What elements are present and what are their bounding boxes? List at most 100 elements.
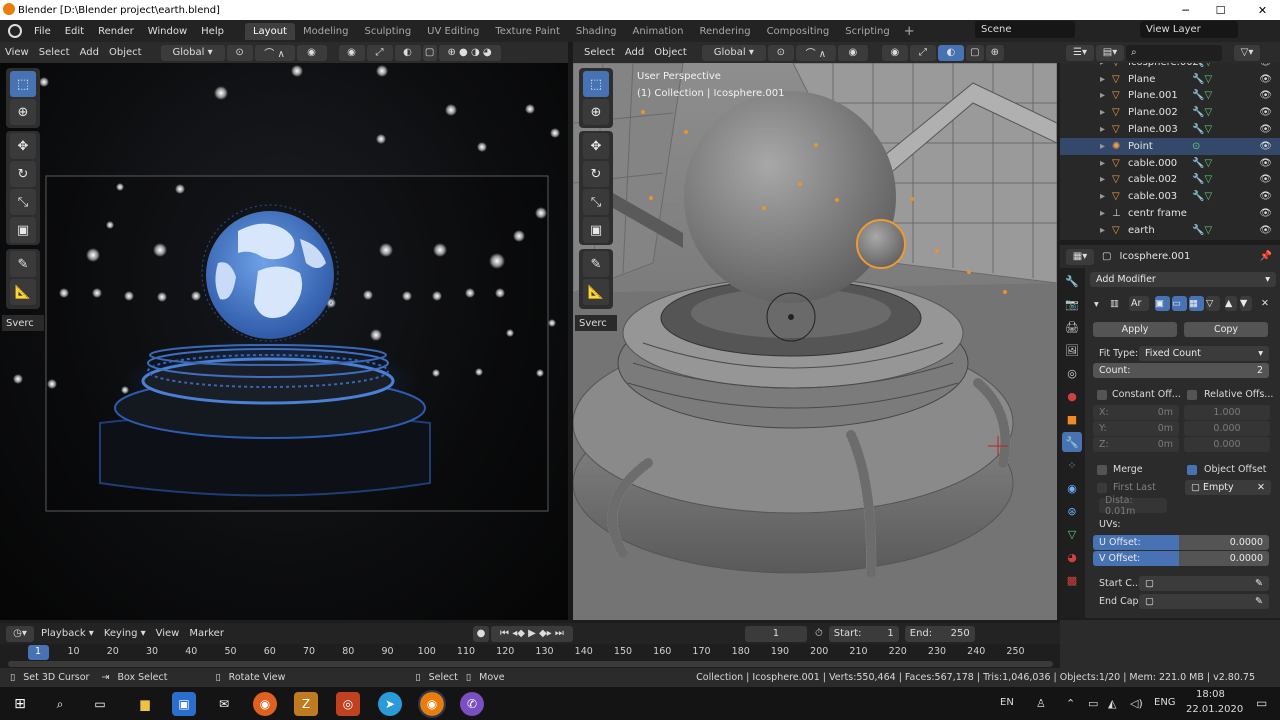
outliner-row[interactable]: ▸ ▽ earth 🔧▽ 👁 [1060,222,1280,239]
visibility-eye-icon[interactable]: 👁 [1259,191,1272,202]
tool-tab-icon[interactable]: 🔧 [1062,271,1082,291]
telegram-icon[interactable]: ➤ [378,692,402,716]
select-box-tool-icon[interactable]: ⬚ [10,71,36,97]
search-icon[interactable]: ⌕ [48,692,72,716]
render-toggle-icon[interactable]: ▦ [1189,296,1204,311]
visibility-icon[interactable]: ◉ [338,44,365,61]
firefox-icon[interactable]: ◉ [253,692,277,716]
timeline-scrollbar[interactable] [8,661,1053,667]
properties-editor-type-icon[interactable]: ▦▾ [1066,248,1094,265]
blender-taskbar-icon[interactable]: ◉ [418,690,446,718]
visibility-eye-icon[interactable]: 👁 [1259,225,1272,236]
tab-scripting[interactable]: Scripting [837,23,897,40]
mesh-data-icon[interactable]: 🔧▽ [1192,63,1212,68]
texture-tab-icon[interactable]: ▩ [1062,570,1082,590]
rel-z-field[interactable]: 0.000 [1184,437,1270,452]
output-tab-icon[interactable]: 🖨 [1062,317,1082,337]
xray-icon[interactable]: ▢ [422,44,437,61]
mesh-data-icon[interactable]: 🔧▽ [1192,107,1212,118]
constraints-tab-icon[interactable]: ⊛ [1062,501,1082,521]
merge-checkbox[interactable] [1097,465,1107,475]
menu-help[interactable]: Help [194,26,231,37]
fit-type-dropdown[interactable]: Fixed Count ▾ [1139,346,1269,361]
right-overlay-icon[interactable]: ◐ [937,44,964,61]
sverchok-tab[interactable]: Sverc [2,315,44,331]
mesh-data-icon[interactable]: 🔧▽ [1192,124,1212,135]
end-cap-field[interactable]: ▢ ✎ [1139,594,1269,609]
add-modifier-dropdown[interactable]: Add Modifier ▾ [1090,272,1276,287]
right-pivot-icon[interactable]: ⊙ [767,44,794,61]
right-rotate-tool-icon[interactable]: ↻ [583,161,609,187]
collapse-modifier-icon[interactable]: ▾ [1094,299,1099,310]
right-measure-tool-icon[interactable]: 📐 [583,279,609,305]
modifier-name-field[interactable]: Ar [1129,296,1149,311]
cage-toggle-icon[interactable]: ▽ [1206,296,1220,311]
left-orientation-dropdown[interactable]: Global ▾ [160,44,225,61]
tab-uv-editing[interactable]: UV Editing [419,23,487,40]
world-tab-icon[interactable]: ● [1062,386,1082,406]
right-gizmo-icon[interactable]: ⤢ [909,44,936,61]
start-frame-field[interactable]: Start: 1 [828,625,899,642]
visibility-eye-icon[interactable]: 👁 [1259,124,1272,135]
right-annotate-tool-icon[interactable]: ✎ [583,251,609,277]
tab-shading[interactable]: Shading [568,23,625,40]
outliner-row[interactable]: ▸ ▽ cable.003 🔧▽ 👁 [1060,188,1280,205]
tab-compositing[interactable]: Compositing [759,23,838,40]
move-up-icon[interactable]: ▲ [1225,296,1237,311]
menu-window[interactable]: Window [141,26,194,37]
expand-arrow-icon[interactable]: ▸ [1100,191,1105,202]
filter-icon[interactable]: ▽▾ [1234,44,1260,61]
mesh-data-icon[interactable]: 🔧▽ [1192,191,1212,202]
mail-icon[interactable]: ✉ [212,692,236,716]
count-field[interactable]: Count: 2 [1093,363,1269,378]
visibility-eye-icon[interactable]: 👁 [1259,174,1272,185]
expand-arrow-icon[interactable]: ▸ [1100,141,1105,152]
minimize-button[interactable]: ─ [1168,0,1203,20]
realtime-toggle-icon[interactable]: ▭ [1172,296,1187,311]
start-cap-field[interactable]: ▢ ✎ [1139,576,1269,591]
record-icon[interactable]: ● [472,625,489,642]
visibility-eye-icon[interactable]: 👁 [1259,74,1272,85]
right-menu-add[interactable]: Add [620,47,649,58]
outliner-editor-type-icon[interactable]: ☰▾ [1066,44,1094,61]
maximize-button[interactable]: ☐ [1203,0,1238,20]
right-scale-tool-icon[interactable]: ⤡ [583,189,609,215]
battery-icon[interactable]: ▭ [1088,697,1098,710]
current-frame-field[interactable]: 1 [744,625,807,642]
menu-edit[interactable]: Edit [58,26,91,37]
scene-selector[interactable]: Scene [975,21,1075,38]
timeline-menu-marker[interactable]: Marker [184,628,229,639]
mesh-data-icon[interactable]: 🔧▽ [1192,174,1212,185]
close-window-button[interactable]: ✕ [1245,0,1280,20]
tab-texture-paint[interactable]: Texture Paint [487,23,568,40]
annotate-tool-icon[interactable]: ✎ [10,251,36,277]
notification-icon[interactable]: ▭ [1256,696,1267,710]
scale-tool-icon[interactable]: ⤡ [10,189,36,215]
right-menu-object[interactable]: Object [649,47,692,58]
end-frame-field[interactable]: End: 250 [904,625,975,642]
right-visibility-icon[interactable]: ◉ [881,44,908,61]
outliner-row[interactable]: ▸ ▽ Plane.002 🔧▽ 👁 [1060,104,1280,121]
mesh-data-icon[interactable]: 🔧▽ [1192,225,1212,236]
physics-tab-icon[interactable]: ◉ [1062,478,1082,498]
expand-arrow-icon[interactable]: ▸ [1100,124,1105,135]
expand-arrow-icon[interactable]: ▸ [1100,63,1105,68]
input-language-indicator[interactable]: EN [1000,697,1014,708]
rel-y-field[interactable]: 0.000 [1184,421,1270,436]
people-icon[interactable]: ♙ [1036,697,1046,710]
object-offset-checkbox[interactable] [1187,465,1197,475]
network-icon[interactable]: ◭ [1108,697,1116,710]
move-tool-icon[interactable]: ✥ [10,133,36,159]
right-xray-icon[interactable]: ▢ [965,44,984,61]
apply-button[interactable]: Apply [1093,322,1177,337]
rel-x-field[interactable]: 1.000 [1184,405,1270,420]
right-transform-tool-icon[interactable]: ▣ [583,217,609,243]
expand-arrow-icon[interactable]: ▸ [1100,107,1105,118]
copy-button[interactable]: Copy [1184,322,1268,337]
scene-tab-icon[interactable]: ◎ [1062,363,1082,383]
modifier-tab-icon[interactable]: 🔧 [1062,432,1082,452]
tab-animation[interactable]: Animation [625,23,692,40]
keyboard-language[interactable]: ENG [1154,697,1176,708]
const-y-field[interactable]: Y: 0m [1093,421,1179,436]
outliner-row[interactable]: ▸ ▽ cable.002 🔧▽ 👁 [1060,172,1280,189]
